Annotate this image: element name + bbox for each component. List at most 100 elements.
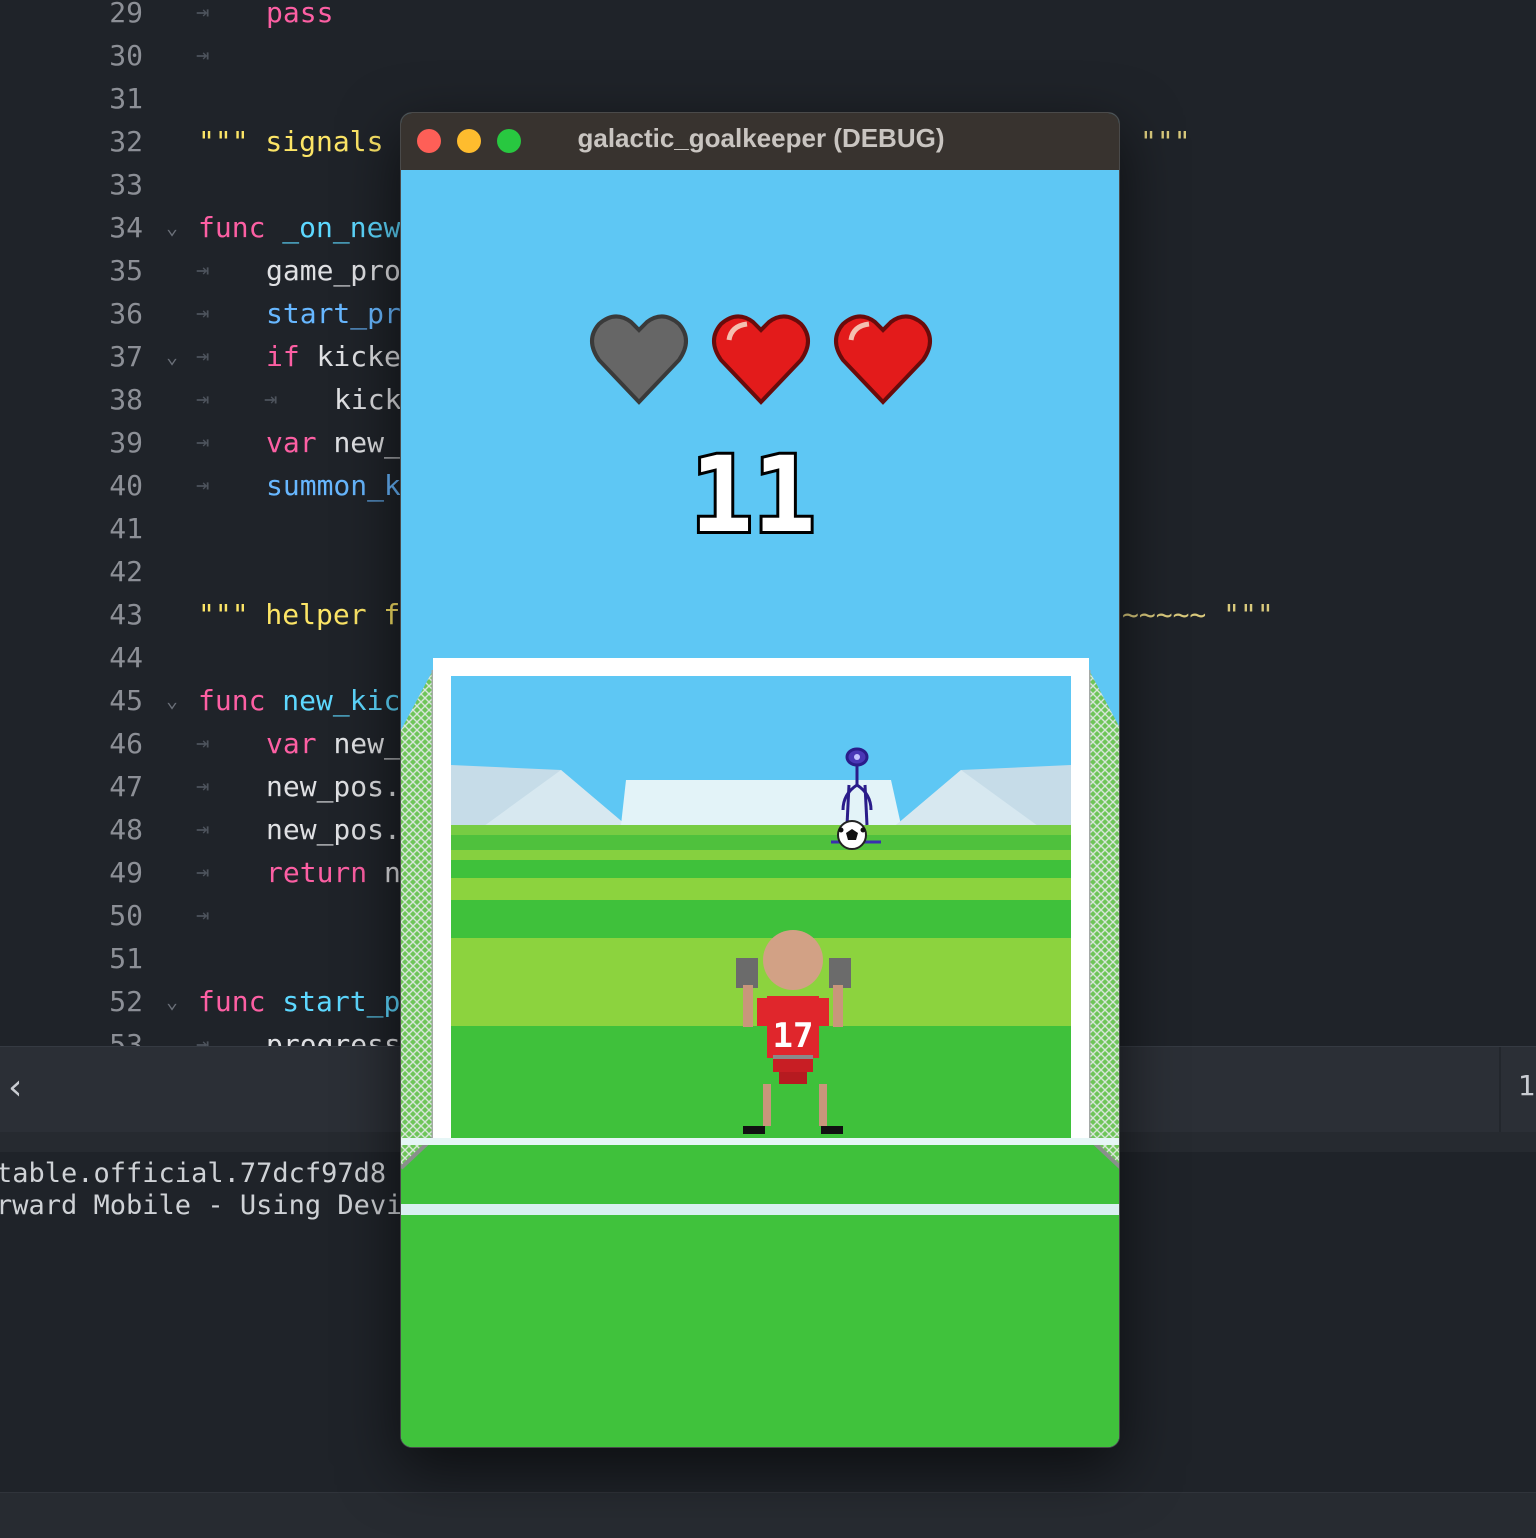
indent-guide-icon: ⇥ [196,344,210,369]
line-number: 47 [109,770,143,803]
lives-indicator [590,314,932,405]
code-comment-tail: """ [1140,125,1191,158]
code-token: new_ [333,426,401,459]
line-number: 36 [109,297,143,330]
code-token: kick [334,383,402,416]
line-number: 45 [109,684,143,717]
status-bar [0,1492,1536,1538]
line-number: 38 [109,383,143,416]
line-number: 53 [109,1028,143,1046]
line-number: 52 [109,985,143,1018]
code-token: progress [266,1028,401,1046]
fold-chevron-icon[interactable]: ⌄ [166,980,190,1023]
code-token: new_kic [282,684,401,717]
tab-separator [1499,1047,1501,1133]
line-number: 37 [109,340,143,373]
code-text: return n [266,851,401,894]
fold-chevron-icon[interactable]: ⌄ [166,206,190,249]
line-number: 30 [109,39,143,72]
code-text: summon_k [266,464,401,507]
indent-guide-icon: ⇥ [196,387,210,412]
game-viewport[interactable]: 17 11 [401,170,1120,1448]
tab-label[interactable]: 1 [1518,1069,1536,1102]
code-token: func [198,684,283,717]
indent-guide-icon: ⇥ [196,430,210,455]
line-number: 33 [109,168,143,201]
line-number: 48 [109,813,143,846]
fold-chevron-icon[interactable]: ⌄ [166,335,190,378]
code-text: pass [266,0,333,34]
code-line[interactable]: 30 ⇥ [0,34,1536,77]
window-title: galactic_goalkeeper (DEBUG) [577,123,945,153]
window-titlebar[interactable]: galactic_goalkeeper (DEBUG) [401,113,1119,170]
code-token: """ signals [198,125,384,158]
indent-guide-icon: ⇥ [196,774,210,799]
indent-guide-icon: ⇥ [196,731,210,756]
line-number: 51 [109,942,143,975]
indent-guide-icon: ⇥ [196,0,210,25]
soccer-ball [837,820,867,850]
line-number: 40 [109,469,143,502]
line-number: 49 [109,856,143,889]
console-line: rward Mobile - Using Devic [0,1190,419,1221]
code-token: return [266,856,385,889]
line-number: 31 [109,82,143,115]
code-line[interactable]: 29 ⇥ pass [0,0,1536,34]
line-number: 42 [109,555,143,588]
code-token: new_pos. [266,770,401,803]
indent-guide-icon: ⇥ [196,817,210,842]
fold-chevron-icon[interactable]: ⌄ [166,1023,190,1046]
code-text: func start_p [198,980,400,1023]
line-number: 29 [109,0,143,29]
code-token: n [384,856,401,889]
code-text: new_pos. [266,808,401,851]
code-token: pass [266,0,334,29]
code-token: new_pos. [266,813,401,846]
code-text: """ signals [198,120,383,163]
stadium-view [451,675,1071,1140]
code-token: start_pr [266,297,401,330]
back-chevron-icon[interactable]: ‹ [8,1065,38,1111]
code-text: if kicke [266,335,401,378]
penalty-area-line [401,1204,1119,1215]
code-token: var [266,727,334,760]
indent-guide-icon: ⇥ [264,387,278,412]
code-text: game_pro [266,249,401,292]
code-token: kicke [316,340,401,373]
code-token: start_p [282,985,401,1018]
indent-guide-icon: ⇥ [196,43,210,68]
indent-guide-icon: ⇥ [196,903,210,928]
indent-guide-icon: ⇥ [196,1032,210,1046]
code-token: _on_new [282,211,401,244]
code-token: summon_k [266,469,401,502]
code-token: func [198,211,283,244]
code-token: """ helper f [198,598,401,631]
line-number: 44 [109,641,143,674]
code-text: start_pr [266,292,401,335]
code-text: progress [266,1023,401,1046]
score-counter: 11 [690,434,815,556]
game-window[interactable]: galactic_goalkeeper (DEBUG) 17 11 [400,112,1120,1448]
fold-chevron-icon[interactable]: ⌄ [166,679,190,722]
code-token: func [198,985,283,1018]
code-comment-tail: ~~~~~ """ [1122,598,1274,631]
line-number: 34 [109,211,143,244]
code-text: func _on_new [198,206,400,249]
code-token: new_ [333,727,401,760]
line-number: 41 [109,512,143,545]
code-token: game_pro [266,254,401,287]
code-text: """ helper f [198,593,400,636]
indent-guide-icon: ⇥ [196,301,210,326]
line-number: 35 [109,254,143,287]
code-text: func new_kic [198,679,400,722]
left-side-net [401,670,435,1170]
code-token: var [266,426,334,459]
console-line: table.official.77dcf97d8 - [0,1158,419,1189]
line-number: 46 [109,727,143,760]
code-text: kick [334,378,401,421]
code-token: if [266,340,317,373]
code-text: var new_ [266,722,401,765]
line-number: 50 [109,899,143,932]
code-text: var new_ [266,421,401,464]
code-text: new_pos. [266,765,401,808]
